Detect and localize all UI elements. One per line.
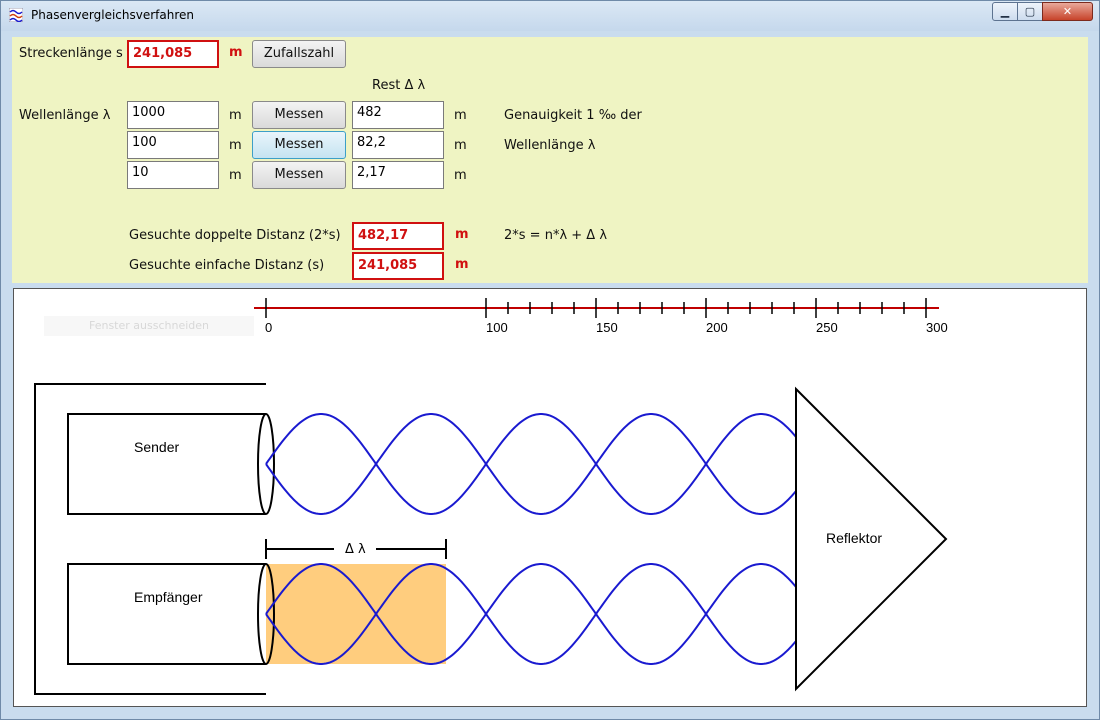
sender-wave-b (265, 413, 797, 515)
title-bar[interactable]: Phasenvergleichsverfahren ▁ ▢ ✕ (1, 1, 1099, 31)
rest-input-2[interactable]: 82,2 (352, 131, 444, 159)
rest-input-1[interactable]: 482 (352, 101, 444, 129)
einfach-output: 241,085 (352, 252, 444, 280)
window-title: Phasenvergleichsverfahren (31, 8, 195, 22)
genauigkeit-text: Genauigkeit 1 ‰ der (504, 108, 642, 123)
close-button[interactable]: ✕ (1042, 2, 1093, 21)
scale-label-300: 300 (926, 320, 948, 335)
minimize-button[interactable]: ▁ (992, 2, 1018, 21)
strecke-unit: m (229, 45, 243, 60)
messen-button-3[interactable]: Messen (252, 161, 346, 189)
zufallszahl-button[interactable]: Zufallszahl (252, 40, 346, 68)
lambda-unit-3: m (229, 168, 242, 183)
formula-text: 2*s = n*λ + Δ λ (504, 228, 608, 243)
rest-input-3[interactable]: 2,17 (352, 161, 444, 189)
maximize-icon: ▢ (1024, 5, 1036, 18)
genauigkeit-text-2: Wellenlänge λ (504, 138, 596, 153)
lambda-unit-2: m (229, 138, 242, 153)
sender-wave-a (265, 413, 797, 515)
rest-header: Rest Δ λ (372, 78, 426, 93)
scale-label-100: 100 (486, 320, 508, 335)
doppelt-output: 482,17 (352, 222, 444, 250)
lambda-input-2[interactable]: 100 (127, 131, 219, 159)
minimize-icon: ▁ (1000, 5, 1010, 18)
messen-button-2[interactable]: Messen (252, 131, 346, 159)
distance-scale: 0 100 150 200 250 300 (254, 298, 948, 335)
einfach-label: Gesuchte einfache Distanz (s) (129, 258, 325, 273)
sender-box: Sender (67, 413, 275, 515)
control-panel: Streckenlänge s 241,085 m Zufallszahl Re… (12, 37, 1088, 283)
phase-diagram: 0 100 150 200 250 300 Sender Empfänger Δ… (34, 298, 948, 695)
wellenlaenge-label: Wellenlänge λ (19, 108, 111, 123)
app-icon (9, 8, 23, 22)
diagram-canvas: Fenster ausschneiden 0 100 150 200 250 3… (13, 288, 1087, 707)
app-window: Phasenvergleichsverfahren ▁ ▢ ✕ Strecken… (0, 0, 1100, 720)
rest-unit-3: m (454, 168, 467, 183)
empfaenger-box: Empfänger (67, 563, 275, 665)
messen-button-1[interactable]: Messen (252, 101, 346, 129)
rest-unit-2: m (454, 138, 467, 153)
lambda-input-1[interactable]: 1000 (127, 101, 219, 129)
delta-lambda-label: Δ λ (345, 542, 366, 557)
empfaenger-label: Empfänger (134, 589, 203, 605)
reflektor-label: Reflektor (826, 530, 882, 546)
scale-label-200: 200 (706, 320, 728, 335)
lambda-unit-1: m (229, 108, 242, 123)
close-icon: ✕ (1062, 5, 1073, 18)
einfach-unit: m (455, 257, 469, 272)
maximize-button[interactable]: ▢ (1017, 2, 1043, 21)
doppelt-label: Gesuchte doppelte Distanz (2*s) (129, 228, 341, 243)
scale-label-250: 250 (816, 320, 838, 335)
doppelt-unit: m (455, 227, 469, 242)
reflektor-shape: Reflektor (795, 386, 948, 692)
scale-label-0: 0 (265, 320, 272, 335)
scale-label-150: 150 (596, 320, 618, 335)
strecke-label: Streckenlänge s (19, 46, 123, 61)
strecke-input[interactable]: 241,085 (127, 40, 219, 68)
sender-label: Sender (134, 439, 179, 455)
lambda-input-3[interactable]: 10 (127, 161, 219, 189)
delta-lambda-dimension: Δ λ (265, 539, 447, 559)
rest-unit-1: m (454, 108, 467, 123)
